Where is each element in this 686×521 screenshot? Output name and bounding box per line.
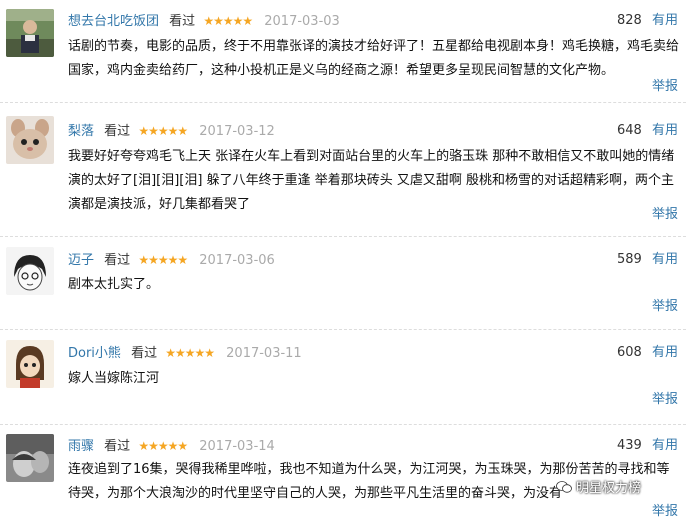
avatar-image	[6, 116, 54, 164]
watch-status: 看过	[131, 346, 158, 361]
useful-link[interactable]: 有用	[652, 13, 678, 28]
username-link[interactable]: 雨骤	[68, 439, 94, 454]
username-link[interactable]: Dori小熊	[68, 346, 121, 361]
review-header: 梨落 看过 ★★★★★ 2017-03-12	[68, 121, 275, 141]
vote-count: 589	[617, 252, 642, 267]
useful-link[interactable]: 有用	[652, 123, 678, 138]
username-link[interactable]: 梨落	[68, 124, 94, 139]
useful-link[interactable]: 有用	[652, 438, 678, 453]
review-text: 嫁人当嫁陈江河	[68, 371, 160, 386]
watch-status: 看过	[104, 253, 131, 268]
review-item: 迈子 看过 ★★★★★ 2017-03-06 589 有用 剧本太扎实了。 举报	[0, 237, 686, 330]
review-text: 剧本太扎实了。	[68, 277, 160, 292]
useful-link[interactable]: 有用	[652, 345, 678, 360]
review-item: 雨骤 看过 ★★★★★ 2017-03-14 439 有用 连夜追到了16集，哭…	[0, 425, 686, 519]
username-link[interactable]: 想去台北吃饭团	[68, 14, 159, 29]
review-date: 2017-03-06	[199, 253, 275, 268]
report-link[interactable]: 举报	[652, 78, 678, 96]
review-item: 想去台北吃饭团 看过 ★★★★★ 2017-03-03 828 有用 话剧的节奏…	[0, 0, 686, 103]
review-date: 2017-03-03	[264, 14, 340, 29]
avatar[interactable]	[6, 9, 54, 57]
report-link[interactable]: 举报	[652, 206, 678, 224]
avatar-image	[6, 340, 54, 388]
review-header: 雨骤 看过 ★★★★★ 2017-03-14	[68, 436, 275, 456]
avatar[interactable]	[6, 434, 54, 482]
avatar-image	[6, 434, 54, 482]
report-link[interactable]: 举报	[652, 391, 678, 409]
avatar[interactable]	[6, 116, 54, 164]
vote-count: 648	[617, 123, 642, 138]
report-link[interactable]: 举报	[652, 503, 678, 521]
rating-stars: ★★★★★	[138, 124, 188, 138]
vote-area: 608 有用	[617, 343, 678, 363]
useful-link[interactable]: 有用	[652, 252, 678, 267]
rating-stars: ★★★★★	[165, 346, 215, 360]
watch-status: 看过	[169, 14, 196, 29]
avatar-image	[6, 247, 54, 295]
vote-count: 828	[617, 13, 642, 28]
avatar[interactable]	[6, 340, 54, 388]
review-text: 我要好好夸夸鸡毛飞上天 张译在火车上看到对面站台里的火车上的骆玉珠 那种不敢相信…	[68, 149, 675, 212]
vote-area: 828 有用	[617, 11, 678, 31]
rating-stars: ★★★★★	[138, 253, 188, 267]
report-link[interactable]: 举报	[652, 298, 678, 316]
chat-bubble-icon	[556, 480, 572, 494]
watermark-text: 明星权力榜	[576, 481, 642, 496]
vote-area: 648 有用	[617, 121, 678, 141]
vote-count: 439	[617, 438, 642, 453]
watermark: 明星权力榜	[556, 478, 641, 500]
rating-stars: ★★★★★	[203, 14, 253, 28]
review-date: 2017-03-12	[199, 124, 275, 139]
review-header: 迈子 看过 ★★★★★ 2017-03-06	[68, 250, 275, 270]
vote-area: 589 有用	[617, 250, 678, 270]
avatar[interactable]	[6, 247, 54, 295]
vote-area: 439 有用	[617, 436, 678, 456]
watch-status: 看过	[104, 124, 131, 139]
watch-status: 看过	[104, 439, 131, 454]
avatar-image	[6, 9, 54, 57]
vote-count: 608	[617, 345, 642, 360]
username-link[interactable]: 迈子	[68, 253, 94, 268]
review-date: 2017-03-11	[226, 346, 302, 361]
review-header: Dori小熊 看过 ★★★★★ 2017-03-11	[68, 343, 302, 363]
review-header: 想去台北吃饭团 看过 ★★★★★ 2017-03-03	[68, 11, 340, 31]
review-item: Dori小熊 看过 ★★★★★ 2017-03-11 608 有用 嫁人当嫁陈江…	[0, 330, 686, 425]
review-item: 梨落 看过 ★★★★★ 2017-03-12 648 有用 我要好好夸夸鸡毛飞上…	[0, 103, 686, 237]
rating-stars: ★★★★★	[138, 439, 188, 453]
review-text: 话剧的节奏，电影的品质，终于不用靠张译的演技才给好评了！五星都给电视剧本身！鸡毛…	[68, 39, 680, 78]
review-date: 2017-03-14	[199, 439, 275, 454]
